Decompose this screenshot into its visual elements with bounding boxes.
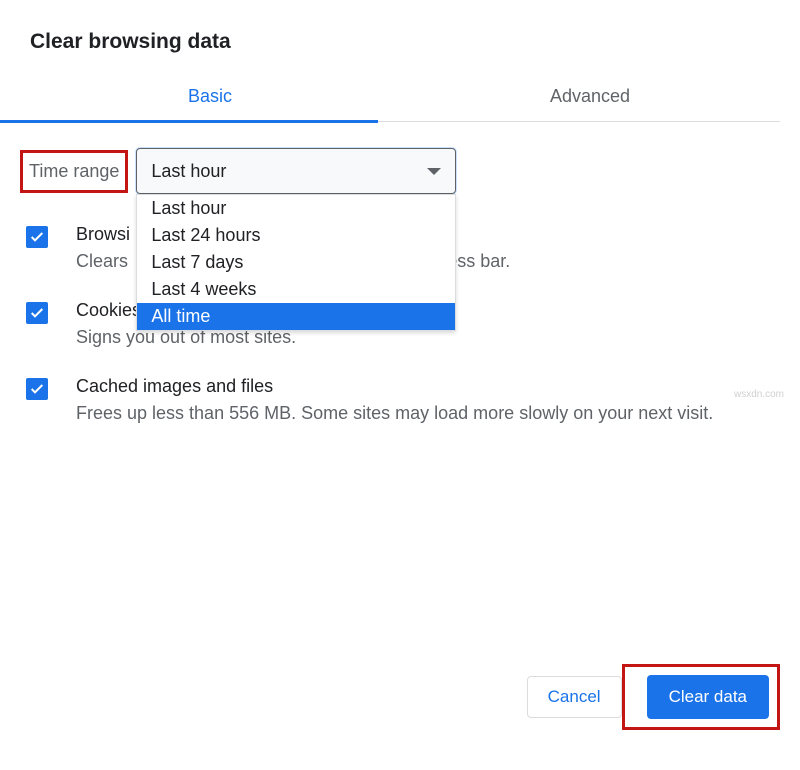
time-range-label: Time range — [20, 150, 128, 193]
chevron-down-icon — [427, 168, 441, 175]
item-cached: Cached images and files Frees up less th… — [20, 376, 780, 426]
tab-indicator — [0, 120, 378, 123]
checkbox-cookies[interactable] — [26, 302, 48, 324]
item-desc: Frees up less than 556 MB. Some sites ma… — [76, 401, 713, 426]
highlight-box: Clear data — [622, 664, 780, 730]
option-all-time[interactable]: All time — [137, 303, 455, 330]
option-last-4-weeks[interactable]: Last 4 weeks — [137, 276, 455, 303]
cancel-button[interactable]: Cancel — [527, 676, 622, 718]
dialog-title: Clear browsing data — [30, 30, 780, 54]
checkmark-icon — [29, 305, 45, 321]
time-range-select[interactable]: Last hour Last hour Last 24 hours Last 7… — [136, 148, 456, 194]
option-last-24-hours[interactable]: Last 24 hours — [137, 222, 455, 249]
item-text: Cached images and files Frees up less th… — [76, 376, 713, 426]
dialog-footer: Cancel Clear data — [513, 664, 780, 730]
tab-advanced[interactable]: Advanced — [400, 72, 780, 121]
select-menu: Last hour Last 24 hours Last 7 days Last… — [136, 194, 456, 331]
select-closed[interactable]: Last hour — [136, 148, 456, 194]
time-range-row: Time range Last hour Last hour Last 24 h… — [20, 148, 780, 194]
select-value: Last hour — [151, 161, 226, 182]
watermark: wsxdn.com — [734, 389, 784, 400]
checkbox-cached[interactable] — [26, 378, 48, 400]
option-last-hour[interactable]: Last hour — [137, 195, 455, 222]
clear-browsing-data-dialog: Clear browsing data Basic Advanced Time … — [0, 0, 800, 770]
checkmark-icon — [29, 229, 45, 245]
item-title: Cached images and files — [76, 376, 713, 397]
tabs: Basic Advanced — [20, 72, 780, 122]
clear-data-button[interactable]: Clear data — [647, 675, 769, 719]
tab-basic[interactable]: Basic — [20, 72, 400, 121]
option-last-7-days[interactable]: Last 7 days — [137, 249, 455, 276]
checkmark-icon — [29, 381, 45, 397]
checkbox-browsing-history[interactable] — [26, 226, 48, 248]
